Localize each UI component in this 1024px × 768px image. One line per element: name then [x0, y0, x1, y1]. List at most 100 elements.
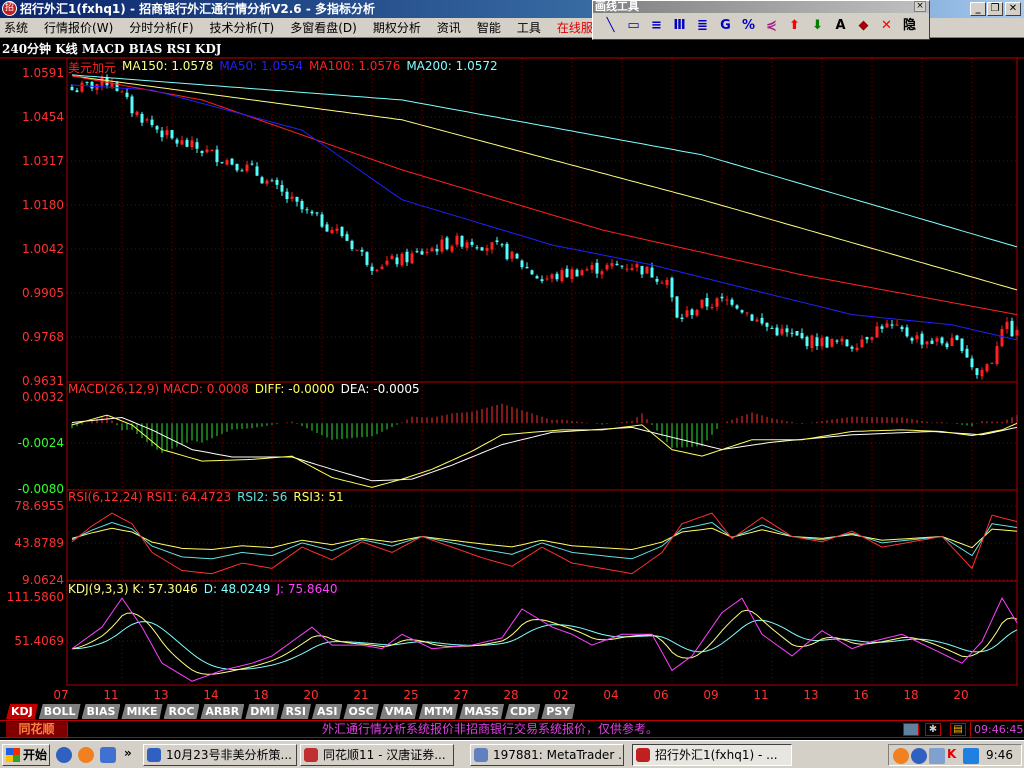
taskbar-task[interactable]: 同花顺11 - 汉唐证券...: [300, 744, 454, 766]
line-tool-icon[interactable]: ╲: [601, 16, 620, 36]
tab-dmi[interactable]: DMI: [245, 704, 279, 719]
tab-mass[interactable]: MASS: [459, 704, 504, 719]
connection-icon[interactable]: ✱: [925, 723, 941, 736]
candle-down: [945, 343, 949, 348]
percent-tool-icon[interactable]: %: [739, 16, 758, 36]
tab-bias[interactable]: BIAS: [82, 704, 121, 719]
candle-up: [885, 323, 889, 328]
candle-up: [855, 347, 859, 351]
up-arrow-tool-icon[interactable]: ⬆: [785, 16, 804, 36]
quicklaunch-browser-icon[interactable]: [56, 747, 72, 763]
delete-tool-icon[interactable]: ✕: [877, 16, 896, 36]
date-tick-label: 04: [603, 688, 618, 702]
parallel-lines-tool-icon[interactable]: ≡: [647, 16, 666, 36]
rsi-tick-label: 43.8789: [14, 536, 64, 550]
date-tick-label: 13: [803, 688, 818, 702]
candle-up: [935, 338, 939, 342]
quicklaunch-firefox-icon[interactable]: [78, 747, 94, 763]
tray-antivirus-icon[interactable]: K: [947, 747, 956, 761]
tab-psy[interactable]: PSY: [541, 704, 575, 719]
candle-up: [895, 324, 899, 326]
price-tick-label: 1.0591: [22, 66, 64, 80]
drawing-toolbar-close-button[interactable]: ×: [914, 1, 926, 12]
panel-macd-border: [66, 381, 1018, 491]
tray-app-icon[interactable]: [911, 748, 927, 764]
candle-up: [875, 326, 879, 338]
down-arrow-tool-icon[interactable]: ⬇: [808, 16, 827, 36]
candle-up: [990, 362, 994, 364]
candle-up: [1015, 329, 1019, 336]
tab-vma[interactable]: VMA: [380, 704, 418, 719]
tab-mike[interactable]: MIKE: [121, 704, 162, 719]
candle-down: [675, 296, 679, 318]
date-tick-label: 27: [453, 688, 468, 702]
tab-cdp[interactable]: CDP: [505, 704, 540, 719]
candle-down: [235, 163, 239, 171]
task-label: 10月23号非美分析策...: [166, 748, 292, 762]
drawing-toolbar-title[interactable]: 画线工具: [593, 1, 929, 13]
task-app-icon: [304, 748, 318, 762]
legend-item: MA50: 1.0554: [219, 59, 304, 73]
candle-up: [660, 282, 664, 284]
candle-down: [1010, 320, 1014, 337]
tray-im-icon[interactable]: [963, 748, 979, 764]
quicklaunch-more[interactable]: »: [124, 746, 132, 760]
tab-kdj[interactable]: KDJ: [6, 704, 38, 719]
fan-tool-icon[interactable]: ⋞: [762, 16, 781, 36]
hide-tool-icon[interactable]: 隐: [900, 16, 919, 36]
taskbar: 开始 » 10月23号非美分析策... 同花顺11 - 汉唐证券... 197881…: [0, 740, 1024, 768]
candle-up: [455, 235, 459, 245]
gann-g-tool-icon[interactable]: G: [716, 16, 735, 36]
taskbar-task[interactable]: 10月23号非美分析策...: [143, 744, 297, 766]
candle-down: [130, 96, 134, 114]
tab-mtm[interactable]: MTM: [419, 704, 458, 719]
message-icon[interactable]: ▤: [950, 723, 966, 736]
candle-up: [205, 149, 209, 153]
rectangle-tool-icon[interactable]: ▭: [624, 16, 643, 36]
quicklaunch-ie-icon[interactable]: [100, 747, 116, 763]
price-tick-label: 1.0317: [22, 154, 64, 168]
task-app-icon: [636, 748, 650, 762]
start-label: 开始: [23, 748, 48, 762]
candle-down: [185, 139, 189, 147]
candle-down: [495, 240, 499, 243]
candle-down: [805, 336, 809, 347]
tab-roc[interactable]: ROC: [164, 704, 200, 719]
candle-down: [760, 317, 764, 324]
candle-down: [175, 139, 179, 144]
network-icon[interactable]: [903, 723, 919, 736]
candle-down: [515, 253, 519, 259]
eraser-tool-icon[interactable]: ◆: [854, 16, 873, 36]
tray-firefox-icon[interactable]: [893, 748, 909, 764]
tab-osc[interactable]: OSC: [343, 704, 378, 719]
candle-down: [970, 358, 974, 368]
rsi-legend: RSI(6,12,24) RSI1: 64.4723 RSI2: 56 RSI3: …: [68, 490, 344, 504]
gann-t-tool-icon[interactable]: Ⅲ: [670, 16, 689, 36]
tab-boll[interactable]: BOLL: [39, 704, 81, 719]
candle-up: [355, 249, 359, 251]
text-tool-icon[interactable]: A: [831, 16, 850, 36]
candle-down: [765, 322, 769, 327]
candle-up: [490, 242, 494, 250]
candle-down: [445, 237, 449, 250]
tab-asi[interactable]: ASI: [312, 704, 343, 719]
candle-up: [330, 229, 334, 234]
candle-down: [565, 268, 569, 278]
candle-up: [860, 339, 864, 348]
candle-up: [950, 337, 954, 347]
tab-rsi[interactable]: RSI: [280, 704, 311, 719]
tab-arbr[interactable]: ARBR: [200, 704, 244, 719]
chart-canvas[interactable]: 1.0591 1.0454 1.0317 1.0180 1.0042 0.9905 0.97…: [0, 0, 1024, 720]
status-notice: 外汇通行情分析系统报价非招商银行交易系统报价，仅供参考。: [321, 722, 658, 736]
candle-down: [555, 273, 559, 280]
start-button[interactable]: 开始: [2, 744, 50, 766]
legend-item: KDJ(9,3,3) K: 57.3046: [68, 582, 198, 596]
chart-header: 240分钟 K线 MACD BIAS RSI KDJ: [2, 42, 222, 56]
taskbar-task[interactable]: 197881: MetaTrader ...: [470, 744, 624, 766]
legend-item: RSI3: 51: [293, 490, 344, 504]
candle-up: [925, 341, 929, 345]
taskbar-task[interactable]: 招行外汇1(fxhq1) - ...: [632, 744, 792, 766]
gann-grid-tool-icon[interactable]: ≣: [693, 16, 712, 36]
tray-network-icon[interactable]: [929, 748, 945, 764]
candle-down: [595, 262, 599, 274]
